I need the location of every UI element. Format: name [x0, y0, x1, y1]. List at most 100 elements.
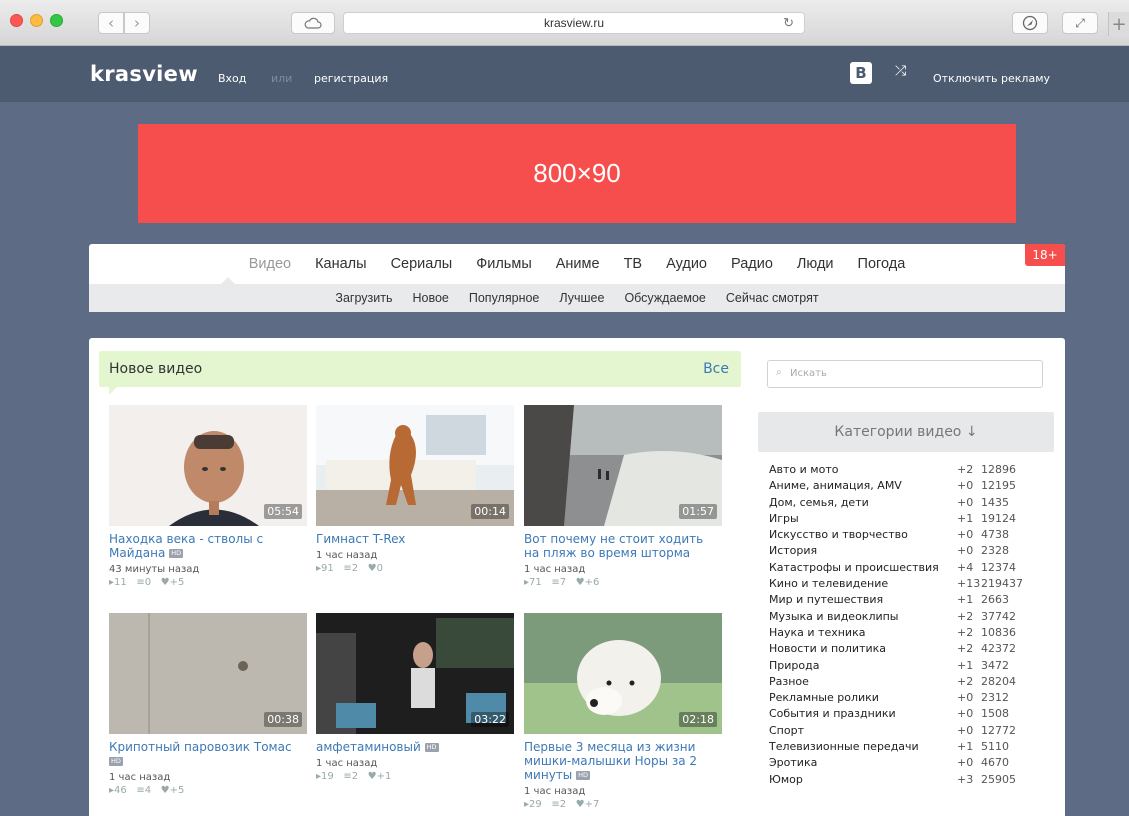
zoom-window-button[interactable] [50, 14, 63, 27]
category-name[interactable]: Аниме, анимация, AMV [769, 479, 902, 492]
category-row[interactable]: Игры +1 19124 [769, 512, 1059, 528]
category-name[interactable]: Разное [769, 675, 809, 688]
nav-tab[interactable]: Радио [731, 256, 773, 272]
icloud-tabs-button[interactable] [291, 12, 335, 34]
nav-tab[interactable]: Фильмы [476, 256, 532, 272]
category-name[interactable]: Кино и телевидение [769, 577, 888, 590]
category-name[interactable]: История [769, 544, 817, 557]
nav-tab[interactable]: ТВ [624, 256, 643, 272]
category-name[interactable]: Телевизионные передачи [769, 740, 919, 753]
category-name[interactable]: Рекламные ролики [769, 691, 879, 704]
category-name[interactable]: Новости и политика [769, 642, 886, 655]
video-thumbnail[interactable]: 01:57 [524, 405, 722, 526]
search-input[interactable]: ⌕ Искать [767, 360, 1043, 388]
video-title-link[interactable]: Гимнаст T-Rex [316, 532, 514, 546]
disable-ads-link[interactable]: Отключить рекламу [933, 72, 1050, 85]
nav-tab[interactable]: Каналы [315, 256, 366, 272]
category-count: 2312 [981, 691, 1009, 705]
category-name[interactable]: Мир и путешествия [769, 593, 883, 606]
category-row[interactable]: Спорт +0 12772 [769, 724, 1059, 740]
nav-tab[interactable]: Видео [249, 256, 291, 272]
video-card[interactable]: 02:18 Первые 3 месяца из жизни мишки-малы… [524, 613, 722, 810]
category-name[interactable]: Наука и техника [769, 626, 865, 639]
extension-button[interactable] [1012, 12, 1048, 34]
category-row[interactable]: Мир и путешествия +1 2663 [769, 593, 1059, 609]
category-row[interactable]: История +0 2328 [769, 544, 1059, 560]
vk-icon[interactable]: В [850, 62, 872, 84]
back-button[interactable]: ‹ [98, 12, 124, 34]
address-bar[interactable]: krasview.ru ↻ [343, 12, 805, 34]
subnav-link[interactable]: Новое [412, 291, 448, 305]
category-name[interactable]: Спорт [769, 724, 804, 737]
video-card[interactable]: 03:22 амфетаминовый HD 1 час назад ▸19 ≡2 ♥… [316, 613, 514, 782]
reload-icon[interactable]: ↻ [783, 15, 794, 31]
category-row[interactable]: Новости и политика +2 42372 [769, 642, 1059, 658]
category-name[interactable]: Искусство и творчество [769, 528, 908, 541]
video-title-link[interactable]: Крипотный паровозик Томас HD [109, 740, 307, 768]
category-row[interactable]: Разное +2 28204 [769, 675, 1059, 691]
nav-tab[interactable]: Аудио [666, 256, 707, 272]
category-name[interactable]: Эротика [769, 756, 817, 769]
video-title-link[interactable]: Вот почему не стоит ходить на пляж во вр… [524, 532, 722, 560]
subnav-link[interactable]: Сейчас смотрят [726, 291, 819, 305]
category-row[interactable]: Юмор +3 25905 [769, 773, 1059, 789]
video-title-link[interactable]: Находка века - стволы с Майдана HD [109, 532, 307, 560]
video-card[interactable]: 01:57 Вот почему не стоит ходить на пляж … [524, 405, 722, 588]
forward-button[interactable]: › [124, 12, 150, 34]
nav-tab[interactable]: Люди [797, 256, 834, 272]
shuffle-icon[interactable]: ⤮ [895, 63, 906, 79]
category-row[interactable]: Катастрофы и происшествия +4 12374 [769, 561, 1059, 577]
subnav-link[interactable]: Популярное [469, 291, 540, 305]
category-count: 25905 [981, 772, 1016, 786]
video-thumbnail[interactable]: 05:54 [109, 405, 307, 526]
fullscreen-button[interactable]: ⤢ [1062, 12, 1098, 34]
category-row[interactable]: События и праздники +0 1508 [769, 707, 1059, 723]
age-badge[interactable]: 18+ [1025, 244, 1065, 266]
category-row[interactable]: Наука и техника +2 10836 [769, 626, 1059, 642]
categories-toggle-button[interactable]: Категории видео ↓ [758, 412, 1054, 452]
ad-banner[interactable]: 800×90 [138, 124, 1016, 223]
nav-tab[interactable]: Сериалы [391, 256, 453, 272]
all-videos-link[interactable]: Все [703, 361, 729, 377]
category-row[interactable]: Эротика +0 4670 [769, 756, 1059, 772]
nav-tab[interactable]: Погода [858, 256, 906, 272]
category-row[interactable]: Дом, семья, дети +0 1435 [769, 496, 1059, 512]
video-card[interactable]: 00:14 Гимнаст T-Rex 1 час назад ▸91 ≡2 ♥0 [316, 405, 514, 574]
category-row[interactable]: Авто и мото +2 12896 [769, 463, 1059, 479]
subnav-link[interactable]: Лучшее [559, 291, 604, 305]
category-row[interactable]: Телевизионные передачи +1 5110 [769, 740, 1059, 756]
site-logo[interactable]: krasview [90, 62, 198, 86]
category-name[interactable]: Катастрофы и происшествия [769, 561, 939, 574]
category-row[interactable]: Природа +1 3472 [769, 659, 1059, 675]
video-thumbnail[interactable]: 00:14 [316, 405, 514, 526]
new-tab-button[interactable]: + [1108, 12, 1129, 36]
category-name[interactable]: Юмор [769, 773, 803, 786]
category-row[interactable]: Искусство и творчество +0 4738 [769, 528, 1059, 544]
category-row[interactable]: Аниме, анимация, AMV +0 12195 [769, 479, 1059, 495]
category-name[interactable]: События и праздники [769, 707, 896, 720]
subnav-link[interactable]: Загрузить [335, 291, 392, 305]
category-row[interactable]: Кино и телевидение +13 219437 [769, 577, 1059, 593]
main-navigation: Видео Каналы Сериалы Фильмы Аниме ТВ Аудио Ради… [89, 244, 1065, 284]
minimize-window-button[interactable] [30, 14, 43, 27]
subnav-link[interactable]: Обсуждаемое [624, 291, 705, 305]
category-name[interactable]: Игры [769, 512, 799, 525]
category-name[interactable]: Музыка и видеоклипы [769, 610, 899, 623]
video-card[interactable]: 05:54 Находка века - стволы с Майдана HD 4… [109, 405, 307, 588]
close-window-button[interactable] [10, 14, 23, 27]
category-row[interactable]: Музыка и видеоклипы +2 37742 [769, 610, 1059, 626]
category-row[interactable]: Рекламные ролики +0 2312 [769, 691, 1059, 707]
category-name[interactable]: Авто и мото [769, 463, 838, 476]
category-name[interactable]: Дом, семья, дети [769, 496, 869, 509]
nav-tab[interactable]: Аниме [556, 256, 600, 272]
video-thumbnail[interactable]: 03:22 [316, 613, 514, 734]
video-thumbnail[interactable]: 02:18 [524, 613, 722, 734]
video-card[interactable]: 00:38 Крипотный паровозик Томас HD 1 час н… [109, 613, 307, 796]
login-link[interactable]: Вход [218, 72, 246, 85]
register-link[interactable]: регистрация [314, 72, 388, 85]
video-title-link[interactable]: амфетаминовый HD [316, 740, 514, 754]
video-title-link[interactable]: Первые 3 месяца из жизни мишки-малышки Н… [524, 740, 722, 782]
video-thumbnail[interactable]: 00:38 [109, 613, 307, 734]
views-count: 91 [321, 563, 334, 574]
category-name[interactable]: Природа [769, 659, 819, 672]
